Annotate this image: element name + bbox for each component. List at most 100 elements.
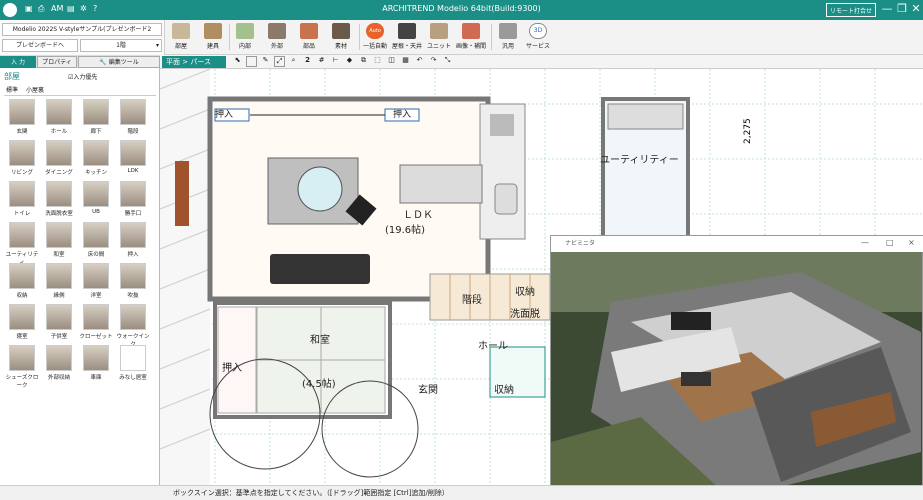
room-item-label: 階段 bbox=[127, 129, 139, 135]
room-item-label: 押入 bbox=[127, 252, 139, 258]
room-item[interactable]: クローゼット bbox=[78, 303, 114, 343]
room-type-grid: 玄関 ホール 廊下 階段 リビング ダイニング キッチン LDK トイレ 洗面脱… bbox=[4, 95, 156, 435]
pointer-icon[interactable]: ⬉ bbox=[232, 56, 243, 67]
roof-button[interactable]: 屋根・天井 bbox=[392, 22, 422, 54]
room-item[interactable]: シューズクローク bbox=[4, 344, 40, 389]
copy-icon[interactable]: ⧉ bbox=[358, 56, 369, 67]
room-item[interactable]: 玄関 bbox=[4, 98, 40, 138]
unit-label: ユニット bbox=[426, 43, 451, 50]
measure-icon[interactable]: ⤡ bbox=[442, 56, 453, 67]
room-item[interactable]: 縁側 bbox=[41, 262, 77, 302]
box-select-icon[interactable] bbox=[246, 56, 257, 67]
room-item[interactable]: 洋室 bbox=[78, 262, 114, 302]
material-button[interactable]: 素材 bbox=[326, 22, 356, 54]
view-mode-tab[interactable]: 平面 > パース bbox=[162, 56, 226, 68]
fittings-button[interactable]: 建具 bbox=[198, 22, 228, 54]
room-item[interactable]: キッチン bbox=[78, 139, 114, 179]
room-item[interactable]: 床の間 bbox=[78, 221, 114, 261]
service-button[interactable]: 3D サービス bbox=[523, 22, 553, 54]
room-item[interactable]: 和室 bbox=[41, 221, 77, 261]
room-thumbnail bbox=[120, 181, 146, 207]
room-item[interactable]: 外部収納 bbox=[41, 344, 77, 384]
room-thumbnail bbox=[9, 304, 35, 330]
room-item[interactable]: 勝手口 bbox=[115, 180, 151, 220]
perspective-close-button[interactable]: × bbox=[908, 238, 915, 247]
pen-icon[interactable]: ✎ bbox=[260, 56, 271, 67]
room-item[interactable]: 押入 bbox=[115, 221, 151, 261]
room-item[interactable]: LDK bbox=[115, 139, 151, 179]
room-item[interactable]: ユーティリティ bbox=[4, 221, 40, 266]
close-button[interactable]: ✕ bbox=[909, 2, 923, 15]
room-item[interactable]: 車庫 bbox=[78, 344, 114, 384]
room-item[interactable]: 階段 bbox=[115, 98, 151, 138]
floor-select[interactable]: 1階 ▾ bbox=[80, 39, 162, 52]
floorplan-icon[interactable]: ▦ bbox=[400, 56, 411, 67]
image-label: 画像・補間 bbox=[456, 43, 487, 50]
project-name[interactable]: Modelio 2022S V-styleサンプル(プレゼンボード2 bbox=[2, 23, 162, 36]
tab-edit-tools[interactable]: 🔧 編集ツール bbox=[78, 56, 160, 68]
line-icon[interactable]: ⊢ bbox=[330, 56, 341, 67]
fit-icon[interactable]: ⤢ bbox=[274, 56, 285, 67]
room-item-label: 洋室 bbox=[90, 293, 102, 299]
zoom-icon[interactable]: ⌕ bbox=[288, 56, 299, 67]
subtab-attic[interactable]: 小屋裏 bbox=[26, 85, 44, 94]
room-item[interactable]: トイレ bbox=[4, 180, 40, 220]
room-item[interactable]: 子供室 bbox=[41, 303, 77, 343]
tab-input[interactable]: 入 力 bbox=[0, 56, 36, 68]
window-title: ARCHITREND Modelio 64bit(Build:9300) bbox=[382, 4, 541, 13]
image-button[interactable]: 画像・補間 bbox=[456, 22, 486, 54]
tab-property[interactable]: プロパティ bbox=[37, 56, 77, 68]
subtab-standard[interactable]: 標準 bbox=[6, 85, 18, 94]
unit-button[interactable]: ユニット bbox=[424, 22, 454, 54]
minimize-button[interactable]: — bbox=[880, 2, 894, 15]
room-item[interactable]: 廊下 bbox=[78, 98, 114, 138]
camera-icon[interactable]: ◫ bbox=[386, 56, 397, 67]
undo-icon[interactable]: ↶ bbox=[414, 56, 425, 67]
perspective-minimize-button[interactable]: — bbox=[861, 238, 869, 247]
room-item[interactable]: ウォークインク bbox=[115, 303, 151, 348]
general-button[interactable]: 汎用 bbox=[493, 22, 523, 54]
chevron-down-icon: ▾ bbox=[155, 42, 159, 49]
room-item-label: ホール bbox=[50, 129, 68, 135]
room-item[interactable]: UB bbox=[78, 180, 114, 220]
room-item[interactable]: リビング bbox=[4, 139, 40, 179]
room-icon bbox=[172, 23, 190, 39]
room-item[interactable]: みなし居室 bbox=[115, 344, 151, 384]
room-thumbnail bbox=[83, 263, 109, 289]
auto-button[interactable]: Auto 一括自動 bbox=[360, 22, 390, 54]
grid-icon[interactable]: # bbox=[316, 56, 327, 67]
perspective-maximize-button[interactable]: □ bbox=[886, 238, 894, 247]
washroom-label: 洗面脱 bbox=[510, 309, 540, 320]
interior-button[interactable]: 内部 bbox=[230, 22, 260, 54]
room-item[interactable]: 洗面脱衣室 bbox=[41, 180, 77, 220]
two-icon[interactable]: 2 bbox=[302, 56, 313, 67]
input-priority-checkbox[interactable]: ☑入力優先 bbox=[68, 72, 97, 81]
hatched-area bbox=[160, 69, 210, 485]
exterior-button[interactable]: 外部 bbox=[262, 22, 292, 54]
utility-counter bbox=[607, 103, 684, 130]
room-item-label: ダイニング bbox=[45, 170, 73, 176]
remote-meeting-button[interactable]: リモート打合せ bbox=[826, 3, 877, 17]
hall-label: ホール bbox=[478, 341, 508, 352]
room-item[interactable]: 収納 bbox=[4, 262, 40, 302]
room-thumbnail bbox=[46, 140, 72, 166]
fittings-label: 建具 bbox=[206, 43, 219, 50]
dining-table bbox=[399, 164, 483, 204]
board-button[interactable]: プレゼンボードへ bbox=[2, 39, 78, 52]
room-item-label: 子供室 bbox=[50, 334, 68, 340]
washitsu-label: 和室 bbox=[310, 335, 330, 346]
perspective-window[interactable]: ナビミニタ — □ × bbox=[550, 235, 923, 500]
room-button[interactable]: 部屋 bbox=[166, 22, 196, 54]
redo-icon[interactable]: ↷ bbox=[428, 56, 439, 67]
entrance-storage-label: 収納 bbox=[494, 385, 514, 396]
room-item[interactable]: ホール bbox=[41, 98, 77, 138]
diamond-icon[interactable]: ◆ bbox=[344, 56, 355, 67]
room-item[interactable]: ダイニング bbox=[41, 139, 77, 179]
room-item[interactable]: 吹抜 bbox=[115, 262, 151, 302]
room-item[interactable]: 寝室 bbox=[4, 303, 40, 343]
select-icon[interactable]: ⬚ bbox=[372, 56, 383, 67]
restore-button[interactable]: ❐ bbox=[895, 2, 909, 15]
parts-button[interactable]: 部品 bbox=[294, 22, 324, 54]
ribbon: Modelio 2022S V-styleサンプル(プレゼンボード2 プレゼンボ… bbox=[0, 20, 923, 55]
room-thumbnail bbox=[9, 263, 35, 289]
